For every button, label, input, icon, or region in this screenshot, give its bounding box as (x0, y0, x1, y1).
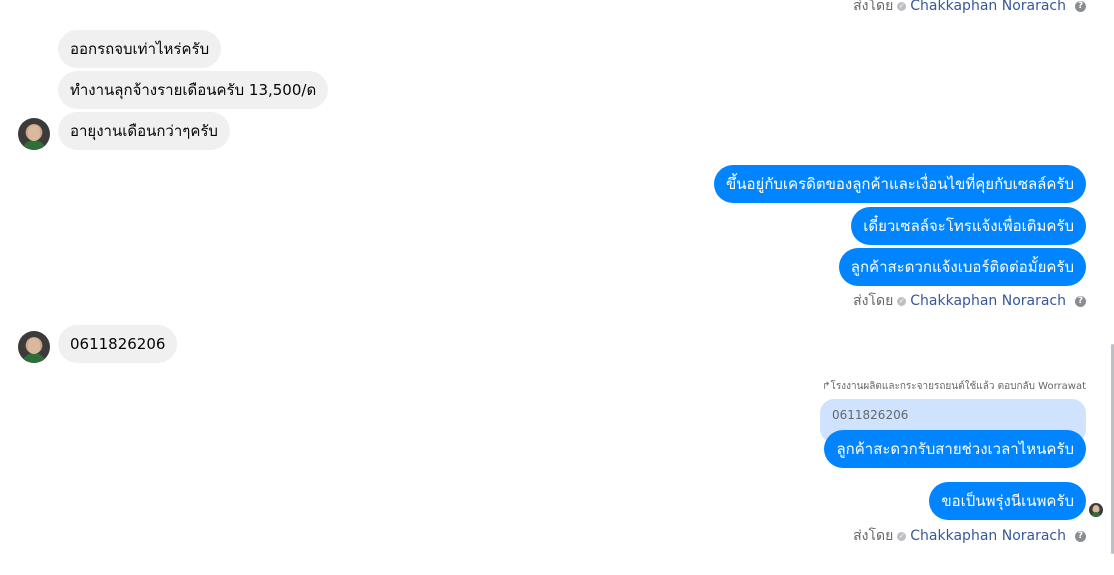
sent-by-line: ส่งโดย ✓ Chakkaphan Norarach ? (853, 293, 1086, 309)
contact-avatar[interactable] (18, 118, 50, 150)
sent-by-line: ส่งโดย ✓ Chakkaphan Norarach ? (853, 528, 1086, 544)
chat-thread: ส่งโดย ✓ Chakkaphan Norarach ? ออกรถจบเท… (0, 0, 1114, 575)
sender-name-link[interactable]: Chakkaphan Norarach (910, 528, 1066, 544)
sent-by-prefix: ส่งโดย (853, 293, 894, 309)
sent-check-icon: ✓ (897, 296, 907, 306)
sent-check-icon: ✓ (897, 531, 907, 541)
incoming-message[interactable]: ทำงานลุกจ้างรายเดือนครับ 13,500/ด (58, 71, 329, 109)
incoming-message[interactable]: 0611826206 (58, 325, 178, 363)
sender-name-link[interactable]: Chakkaphan Norarach (910, 293, 1066, 309)
sent-by-prefix: ส่งโดย (853, 0, 894, 14)
sent-by-prefix: ส่งโดย (853, 528, 894, 544)
outgoing-message[interactable]: ขอเป็นพรุ่งนีเนพครับ (929, 482, 1086, 520)
outgoing-message[interactable]: เดี๋ยวเซลล์จะโทรแจ้งเพื่อเติมครับ (851, 207, 1086, 245)
help-icon[interactable]: ? (1075, 530, 1086, 542)
reply-context-label: ↱โรงงานผลิตและกระจายรถยนต์ใช้แล้ว ตอบกลั… (822, 381, 1086, 392)
contact-avatar[interactable] (18, 331, 50, 363)
seen-avatar (1089, 503, 1103, 517)
help-icon[interactable]: ? (1075, 295, 1086, 307)
sent-by-line: ส่งโดย ✓ Chakkaphan Norarach ? (853, 0, 1086, 14)
outgoing-message[interactable]: ขึ้นอยู่กับเครดิตของลูกค้าและเงื่อนไขที่… (714, 165, 1086, 203)
incoming-message[interactable]: อายุงานเดือนกว่าๆครับ (58, 112, 230, 150)
outgoing-message[interactable]: ลูกค้าสะดวกรับสายช่วงเวลาไหนครับ (824, 430, 1086, 468)
help-icon[interactable]: ? (1075, 0, 1086, 12)
sent-check-icon: ✓ (897, 1, 907, 11)
sender-name-link[interactable]: Chakkaphan Norarach (910, 0, 1066, 14)
outgoing-message[interactable]: ลูกค้าสะดวกแจ้งเบอร์ติดต่อมั้ยครับ (838, 248, 1086, 286)
incoming-message[interactable]: ออกรถจบเท่าไหร่ครับ (58, 30, 222, 68)
